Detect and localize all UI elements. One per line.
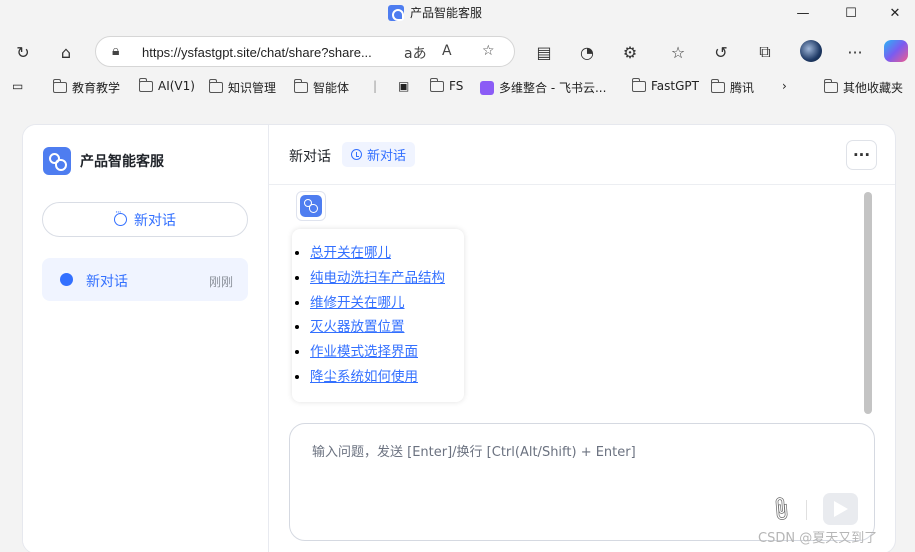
profile-avatar[interactable] [800, 40, 822, 62]
chat-header: 新对话 新对话 ··· [269, 125, 895, 185]
bookmark-folder[interactable]: AI(V1) [138, 77, 195, 93]
list-item: 维修开关在哪儿 [310, 291, 445, 316]
app-logo-icon [388, 4, 404, 21]
browser-toolbar: ↻ ⌂ 🔒︎ https://ysfastgpt.site/chat/share… [0, 33, 915, 71]
clock-icon [351, 149, 362, 160]
question-link[interactable]: 纯电动洗扫车产品结构 [310, 270, 445, 286]
bookmark-folder[interactable]: FastGPT [631, 77, 699, 93]
folder-icon [138, 77, 153, 92]
bot-avatar [296, 191, 326, 221]
brand-logo-icon [43, 147, 71, 175]
lock-icon[interactable]: 🔒︎ [112, 43, 119, 59]
history-item[interactable]: 新对话 刚刚 [42, 258, 248, 301]
suggested-questions: 总开关在哪儿 纯电动洗扫车产品结构 维修开关在哪儿 灭火器放置位置 作业模式选择… [292, 241, 445, 390]
chat-scrollbar[interactable] [864, 192, 872, 414]
chat-input-box: 📎︎ [289, 423, 875, 541]
chat-bubble-icon [60, 268, 73, 286]
brand-name: 产品智能客服 [80, 154, 164, 170]
folder-icon [293, 79, 308, 93]
brand: 产品智能客服 [43, 147, 164, 175]
minimize-button[interactable]: — [780, 0, 826, 26]
question-link[interactable]: 总开关在哪儿 [310, 245, 391, 261]
bot-logo-icon [300, 195, 322, 217]
list-item: 纯电动洗扫车产品结构 [310, 266, 445, 291]
favorite-star-icon[interactable]: ☆ [482, 43, 495, 59]
chat-tag: 新对话 [342, 142, 416, 167]
window-title: 产品智能客服 [388, 4, 482, 21]
divider [806, 500, 807, 520]
new-chat-label: 新对话 [134, 212, 176, 229]
send-button[interactable] [823, 493, 858, 525]
chat-input[interactable] [312, 441, 852, 471]
chat-tag-label: 新对话 [367, 149, 407, 164]
paperclip-icon[interactable]: 📎︎ [765, 493, 797, 526]
more-menu-icon[interactable]: ··· [842, 39, 868, 65]
list-item: 灭火器放置位置 [310, 315, 445, 340]
tab-actions-icon[interactable]: ▭ [12, 79, 23, 93]
history-item-label: 新对话 [86, 274, 128, 290]
folder-icon [208, 79, 223, 93]
bookmark-folder[interactable]: 其他收藏夹 [823, 79, 903, 96]
chevron-right-icon[interactable]: › [782, 79, 787, 93]
bookmark-folder[interactable]: 智能体 [293, 79, 349, 96]
page-content: 产品智能客服 新对话 新对话 刚刚 新对话 新对话 ··· [0, 103, 915, 552]
text-size-icon[interactable]: A [442, 43, 452, 59]
bookmark-folder[interactable]: 腾讯 [710, 79, 754, 96]
chat-bubble-icon [114, 208, 127, 226]
extensions-icon[interactable]: ⚙ [617, 39, 643, 65]
history-icon[interactable]: ↺ [708, 39, 734, 65]
favorites-icon[interactable]: ☆ [665, 39, 691, 65]
feishu-icon [480, 80, 494, 95]
screenshot-icon[interactable]: ⧉ [752, 39, 778, 65]
question-link[interactable]: 维修开关在哪儿 [310, 295, 405, 311]
bookmark-site-icon[interactable]: ▣ [398, 79, 409, 93]
bookmark-link[interactable]: 多维整合 - 飞书云... [480, 79, 606, 96]
watermark: CSDN @夏天又到了 [758, 531, 878, 546]
home-icon[interactable]: ⌂ [53, 39, 79, 65]
folder-icon [52, 79, 67, 93]
folder-icon [710, 79, 725, 93]
list-item: 作业模式选择界面 [310, 340, 445, 365]
question-link[interactable]: 降尘系统如何使用 [310, 369, 418, 385]
chat-title: 新对话 [289, 149, 331, 165]
question-link[interactable]: 灭火器放置位置 [310, 319, 405, 335]
immersive-icon[interactable]: ◔ [574, 39, 600, 65]
list-item: 降尘系统如何使用 [310, 365, 445, 390]
chat-main: 新对话 新对话 ··· 总开关在哪儿 纯电动洗扫车产品结构 维修开关在哪儿 灭火… [269, 125, 895, 552]
bookmark-folder[interactable]: 教育教学 [52, 79, 120, 96]
send-icon [833, 501, 848, 517]
read-aloud-icon[interactable]: aあ [404, 43, 427, 63]
bookmarks-bar: ▭ 教育教学 AI(V1) 知识管理 智能体 | ▣ FS 多维整合 - 飞书云… [0, 76, 915, 98]
close-button[interactable]: ✕ [872, 0, 915, 26]
window-title-text: 产品智能客服 [410, 6, 483, 20]
list-item: 总开关在哪儿 [310, 241, 445, 266]
bookmark-folder[interactable]: FS [429, 77, 463, 93]
copilot-icon[interactable] [884, 40, 908, 62]
address-bar[interactable]: 🔒︎ https://ysfastgpt.site/chat/share?sha… [95, 36, 515, 67]
url-text[interactable]: https://ysfastgpt.site/chat/share?share.… [142, 45, 372, 60]
chat-app: 产品智能客服 新对话 新对话 刚刚 新对话 新对话 ··· [22, 124, 896, 552]
new-chat-button[interactable]: 新对话 [42, 202, 248, 237]
bookmark-folder[interactable]: 知识管理 [208, 79, 276, 96]
folder-icon [429, 77, 444, 92]
window-titlebar: 产品智能客服 — ☐ ✕ [0, 0, 915, 26]
more-dots-icon: ··· [852, 146, 871, 164]
maximize-button[interactable]: ☐ [828, 0, 874, 26]
history-item-time: 刚刚 [208, 275, 233, 289]
question-link[interactable]: 作业模式选择界面 [310, 344, 418, 360]
more-options-button[interactable]: ··· [846, 140, 877, 170]
reading-mode-icon[interactable]: ▤ [531, 39, 557, 65]
bookmark-separator: | [373, 79, 378, 93]
bot-message: 总开关在哪儿 纯电动洗扫车产品结构 维修开关在哪儿 灭火器放置位置 作业模式选择… [292, 229, 464, 402]
sidebar: 产品智能客服 新对话 新对话 刚刚 [23, 125, 269, 552]
folder-icon [631, 77, 646, 92]
folder-icon [823, 79, 838, 93]
refresh-icon[interactable]: ↻ [10, 39, 36, 65]
